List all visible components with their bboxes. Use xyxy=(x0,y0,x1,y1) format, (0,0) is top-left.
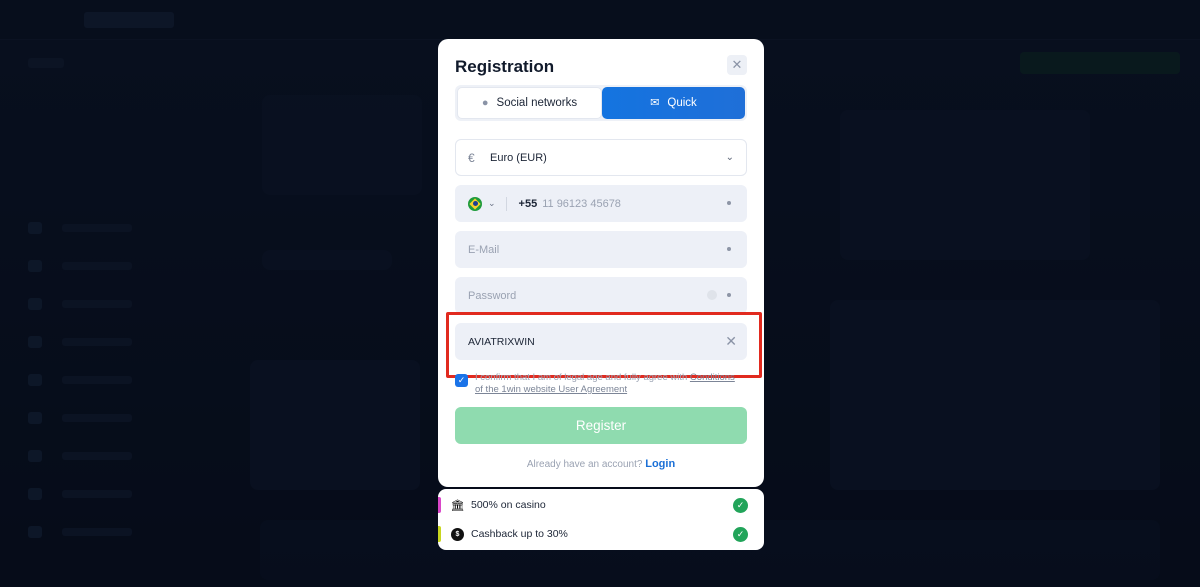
tab-social-networks-label: Social networks xyxy=(496,97,578,109)
envelope-icon: ✉ xyxy=(650,96,660,109)
phone-field[interactable]: ⌄ +55 11 96123 45678 xyxy=(455,185,747,222)
phone-divider xyxy=(505,196,507,211)
required-dot-icon xyxy=(727,293,731,297)
agreement-checkbox[interactable]: ✓ xyxy=(455,374,468,387)
register-button[interactable]: Register xyxy=(455,407,747,444)
email-field[interactable]: E-Mail xyxy=(455,231,747,268)
login-prompt: Already have an account? xyxy=(526,459,643,470)
casino-icon: 🏛 xyxy=(450,499,465,512)
agreement-prefix: I confirm that I am of legal age and ful… xyxy=(475,372,690,383)
country-chevron-down-icon[interactable]: ⌄ xyxy=(488,198,496,209)
email-input[interactable]: E-Mail xyxy=(468,244,499,256)
dial-code: +55 xyxy=(518,197,538,210)
currency-select[interactable]: € Euro (EUR) ⌄ xyxy=(455,139,747,176)
close-icon: ✕ xyxy=(731,57,743,72)
agreement-text: I confirm that I am of legal age and ful… xyxy=(475,372,735,396)
bonus-stripe xyxy=(438,526,441,542)
bonus-label: 500% on casino xyxy=(471,499,546,511)
checkmark-icon: ✓ xyxy=(457,375,466,385)
agreement-row: ✓ I confirm that I am of legal age and f… xyxy=(455,372,755,398)
promo-code-input[interactable]: AVIATRIXWIN xyxy=(468,336,535,348)
currency-value: Euro (EUR) xyxy=(490,151,547,164)
tab-quick-label: Quick xyxy=(667,97,697,109)
euro-icon: € xyxy=(468,150,475,165)
close-button[interactable]: ✕ xyxy=(727,55,747,75)
bonus-row: $ Cashback up to 30% ✓ xyxy=(438,520,764,548)
cashback-coin-icon: $ xyxy=(451,527,464,541)
chevron-down-icon: ⌄ xyxy=(725,152,734,163)
modal-title: Registration xyxy=(455,57,555,76)
clear-icon[interactable]: ✕ xyxy=(725,333,737,350)
login-link[interactable]: Login xyxy=(645,458,675,470)
bonus-stripe xyxy=(438,497,441,513)
required-dot-icon xyxy=(727,201,731,205)
promo-code-field[interactable]: AVIATRIXWIN ✕ xyxy=(455,323,747,360)
bonus-row: 🏛 500% on casino ✓ xyxy=(438,491,764,519)
bonus-label: Cashback up to 30% xyxy=(471,528,568,540)
phone-input[interactable]: 11 96123 45678 xyxy=(542,198,621,210)
check-badge-icon: ✓ xyxy=(733,527,748,542)
password-field[interactable]: Password xyxy=(455,277,747,314)
tab-social-networks[interactable]: ● Social networks xyxy=(457,87,602,119)
check-badge-icon: ✓ xyxy=(733,498,748,513)
brazil-flag-icon[interactable] xyxy=(468,196,482,211)
login-prompt-line: Already have an account? Login xyxy=(438,458,764,470)
required-dot-icon xyxy=(727,247,731,251)
registration-modal: Registration ✕ ● Social networks ✉ Quick… xyxy=(438,39,764,487)
registration-tabs: ● Social networks ✉ Quick xyxy=(455,85,747,121)
password-input[interactable]: Password xyxy=(468,290,516,302)
tab-quick[interactable]: ✉ Quick xyxy=(602,87,745,119)
eye-icon[interactable] xyxy=(707,290,717,300)
chat-bubble-icon: ● xyxy=(481,96,489,109)
bonus-panel: 🏛 500% on casino ✓ $ Cashback up to 30% … xyxy=(438,489,764,550)
